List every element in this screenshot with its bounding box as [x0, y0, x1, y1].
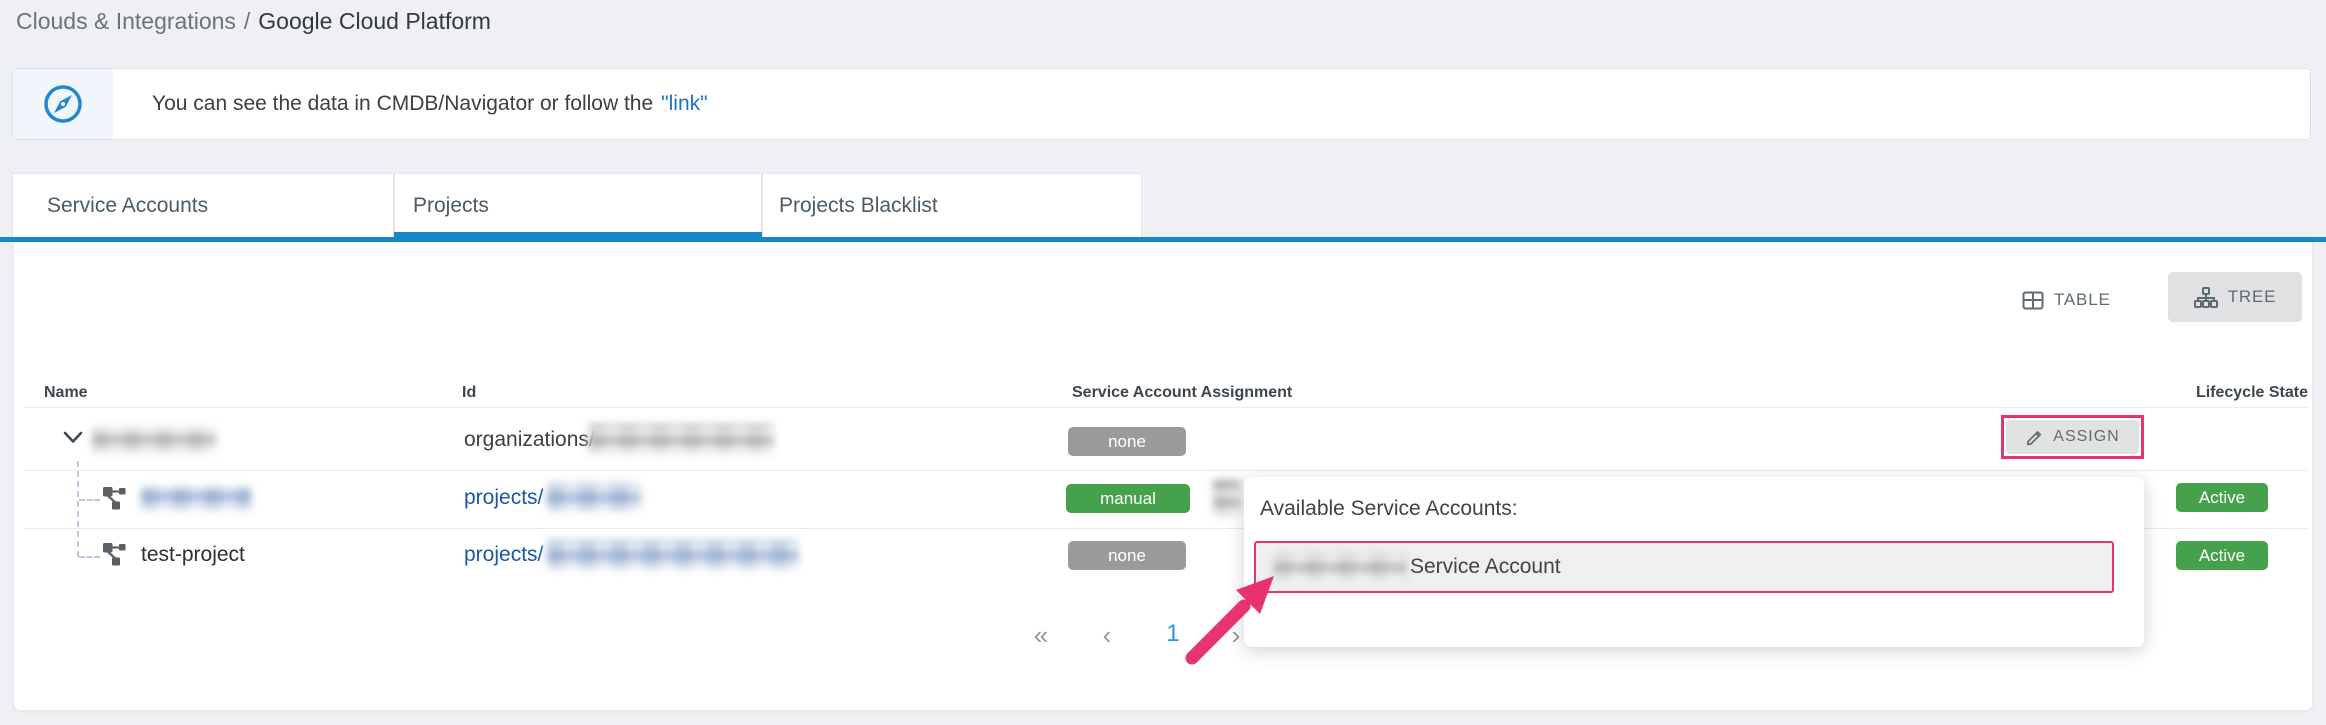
- banner-icon-area: [13, 69, 113, 139]
- breadcrumb-section[interactable]: Clouds & Integrations: [16, 8, 236, 34]
- assignment-badge-none: none: [1068, 541, 1186, 570]
- service-account-option[interactable]: Service Account: [1254, 541, 2114, 593]
- chevron-down-icon[interactable]: [62, 430, 84, 445]
- assign-highlight-annotation: ASSIGN: [2001, 415, 2144, 459]
- org-id-prefix: organizations/: [464, 428, 595, 452]
- tab-label: Projects Blacklist: [779, 194, 938, 218]
- column-header-lifecycle: Lifecycle State: [2196, 384, 2308, 402]
- tree-view-label: TREE: [2228, 287, 2277, 307]
- service-accounts-popup: Available Service Accounts: Service Acco…: [1244, 477, 2144, 647]
- redacted-org-name: [92, 427, 216, 453]
- project-name: test-project: [141, 543, 245, 567]
- project-node-icon: [101, 540, 128, 567]
- tab-label: Service Accounts: [47, 194, 208, 218]
- lifecycle-badge-active: Active: [2176, 483, 2268, 512]
- table-view-button[interactable]: TABLE: [2022, 281, 2111, 319]
- breadcrumb: Clouds & Integrations / Google Cloud Platf…: [16, 8, 491, 35]
- redacted-assigned-account: [1213, 479, 1241, 516]
- pagination-first-button[interactable]: «: [1023, 620, 1059, 651]
- column-header-id: Id: [462, 384, 476, 402]
- table-view-label: TABLE: [2054, 290, 2111, 310]
- table-icon: [2022, 291, 2044, 310]
- banner-link[interactable]: "link": [661, 92, 707, 116]
- tree-connector-branch: [79, 556, 100, 558]
- popup-title: Available Service Accounts:: [1260, 497, 1518, 521]
- tree-view-button[interactable]: TREE: [2168, 272, 2302, 322]
- tree-icon: [2194, 287, 2218, 308]
- redacted-org-id: [588, 424, 774, 454]
- column-header-name: Name: [44, 384, 88, 402]
- pagination-prev-button[interactable]: ‹: [1089, 620, 1125, 651]
- column-header-assignment: Service Account Assignment: [1072, 384, 1292, 402]
- tab-label: Projects: [413, 194, 489, 218]
- redacted-project-name: [141, 486, 251, 510]
- pencil-icon: [2025, 428, 2044, 447]
- assign-button[interactable]: ASSIGN: [2006, 420, 2139, 454]
- breadcrumb-separator: /: [244, 8, 250, 34]
- row-divider: [24, 470, 2308, 471]
- assignment-badge-none: none: [1068, 427, 1186, 456]
- tab-bar: Service Accounts Projects Projects Black…: [0, 173, 2326, 242]
- redacted-project-id: [547, 483, 641, 511]
- pagination-page-1[interactable]: 1: [1155, 620, 1191, 648]
- banner-message: You can see the data in CMDB/Navigator o…: [152, 92, 653, 116]
- header-divider: [24, 407, 2308, 408]
- screen: Clouds & Integrations / Google Cloud Platf…: [0, 0, 2326, 725]
- service-account-option-label: Service Account: [1410, 555, 1561, 579]
- breadcrumb-page: Google Cloud Platform: [258, 8, 491, 34]
- project-node-icon: [101, 484, 128, 511]
- project-id-link[interactable]: projects/: [464, 543, 543, 567]
- tree-connector-branch: [79, 499, 100, 501]
- tab-projects-blacklist[interactable]: Projects Blacklist: [762, 173, 1142, 237]
- compass-icon: [41, 82, 85, 126]
- redacted-service-account-name: [1274, 553, 1406, 581]
- info-banner: You can see the data in CMDB/Navigator o…: [12, 68, 2311, 140]
- assign-button-label: ASSIGN: [2053, 428, 2119, 446]
- redacted-project-id: [547, 540, 799, 569]
- assignment-badge-manual: manual: [1066, 484, 1190, 513]
- project-id-link[interactable]: projects/: [464, 486, 543, 510]
- tab-projects[interactable]: Projects: [394, 173, 762, 237]
- tree-connector-vertical: [77, 461, 79, 557]
- lifecycle-badge-active: Active: [2176, 541, 2268, 570]
- tab-service-accounts[interactable]: Service Accounts: [12, 173, 394, 237]
